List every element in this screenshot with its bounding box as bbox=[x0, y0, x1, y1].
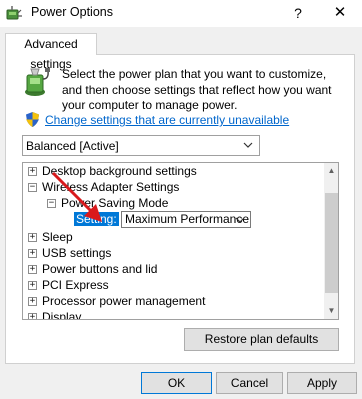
uac-shield-icon bbox=[26, 112, 39, 127]
expand-icon[interactable]: + bbox=[28, 297, 37, 306]
window-title: Power Options bbox=[31, 5, 113, 19]
power-plan-value: Balanced [Active] bbox=[26, 139, 119, 153]
chevron-down-icon bbox=[243, 142, 253, 148]
setting-value: Maximum Performance bbox=[125, 212, 250, 226]
help-button[interactable]: ? bbox=[288, 3, 308, 23]
scroll-up-arrow-icon[interactable]: ▲ bbox=[324, 163, 338, 179]
cancel-button[interactable]: Cancel bbox=[216, 372, 283, 394]
apply-button[interactable]: Apply bbox=[287, 372, 357, 394]
expand-icon[interactable]: + bbox=[28, 233, 37, 242]
scroll-down-arrow-icon[interactable]: ▼ bbox=[324, 303, 338, 319]
collapse-icon[interactable]: − bbox=[28, 183, 37, 192]
tab-advanced-settings[interactable]: Advanced settings bbox=[5, 33, 97, 71]
restore-plan-defaults-button[interactable]: Restore plan defaults bbox=[184, 328, 339, 351]
power-options-app-icon bbox=[6, 6, 22, 20]
chevron-down-icon bbox=[235, 217, 245, 223]
scrollbar-thumb[interactable] bbox=[325, 193, 338, 293]
ok-button[interactable]: OK bbox=[141, 372, 212, 394]
setting-value-dropdown[interactable]: Maximum Performance bbox=[121, 211, 251, 228]
tree-item-label: Sleep bbox=[42, 230, 73, 244]
red-annotation-arrow-icon bbox=[51, 171, 102, 222]
tree-item-label: PCI Express bbox=[42, 278, 109, 292]
vertical-scrollbar[interactable]: ▲ ▼ bbox=[324, 163, 338, 319]
power-plan-dropdown[interactable]: Balanced [Active] bbox=[22, 135, 260, 156]
tree-item-label: Display bbox=[42, 310, 82, 320]
intro-text: Select the power plan that you want to c… bbox=[62, 67, 332, 112]
tree-item-label: Power buttons and lid bbox=[42, 262, 158, 276]
tree-item-label: Processor power management bbox=[42, 294, 206, 308]
close-button[interactable]: ✕ bbox=[327, 2, 353, 24]
expand-icon[interactable]: + bbox=[28, 167, 37, 176]
expand-icon[interactable]: + bbox=[28, 265, 37, 274]
expand-icon[interactable]: + bbox=[28, 313, 37, 319]
expand-icon[interactable]: + bbox=[28, 281, 37, 290]
change-settings-link[interactable]: Change settings that are currently unava… bbox=[45, 113, 289, 127]
tree-item-label: USB settings bbox=[42, 246, 112, 260]
expand-icon[interactable]: + bbox=[28, 249, 37, 258]
